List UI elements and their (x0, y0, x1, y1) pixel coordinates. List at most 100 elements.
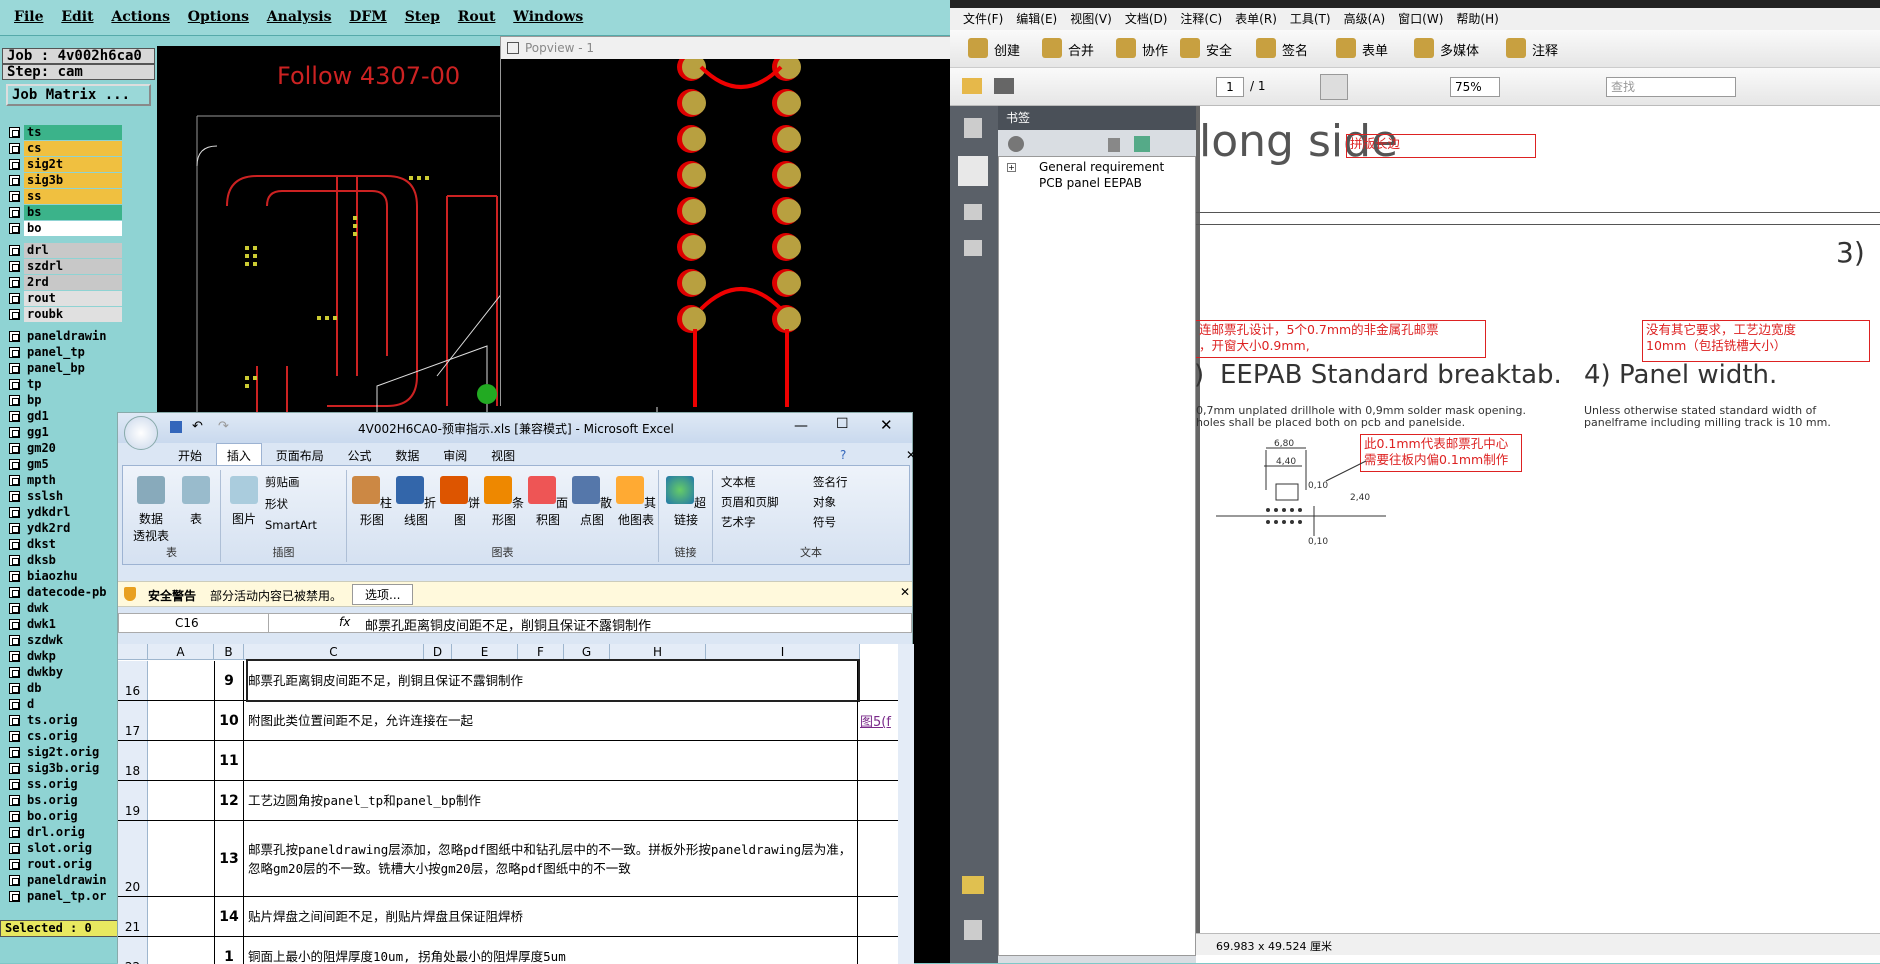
pdf-menu-item[interactable]: 工具(T) (1290, 12, 1331, 26)
column-header[interactable]: H (610, 644, 706, 660)
open-icon[interactable] (962, 78, 982, 94)
tab-home[interactable]: 开始 (168, 444, 212, 467)
item-text[interactable]: 附图此类位置间距不足，允许连接在一起 (248, 701, 858, 740)
item-number[interactable]: 14 (214, 897, 244, 936)
layer-checkbox[interactable] (9, 276, 20, 288)
row-header[interactable]: 20 (118, 821, 148, 896)
layer-row[interactable]: roubk (4, 306, 124, 322)
redo-icon[interactable]: ↷ (218, 419, 229, 434)
minimize-button[interactable]: — (794, 418, 808, 434)
layer-checkbox[interactable] (9, 714, 20, 726)
layer-row[interactable]: drl (4, 242, 124, 258)
tab-page-layout[interactable]: 页面布局 (266, 444, 334, 467)
figure-link[interactable]: 图5(f (860, 701, 891, 740)
tab-view[interactable]: 视图 (481, 444, 525, 467)
layer-checkbox[interactable] (9, 190, 20, 202)
layer-row[interactable]: dkst (4, 536, 124, 552)
layer-row[interactable]: datecode-pb (4, 584, 124, 600)
item-text[interactable]: 邮票孔距离铜皮间距不足，削铜且保证不露铜制作 (246, 659, 860, 702)
layer-checkbox[interactable] (9, 890, 20, 902)
formula-input[interactable]: 邮票孔距离铜皮间距不足，削铜且保证不露铜制作 (365, 615, 651, 634)
layer-checkbox[interactable] (9, 666, 20, 678)
table-row[interactable]: 18 11 (118, 741, 898, 781)
layer-row[interactable]: paneldrawin (4, 872, 124, 888)
row-header[interactable]: 21 (118, 897, 148, 936)
layer-checkbox[interactable] (9, 698, 20, 710)
menu-dfm[interactable]: DFM (349, 9, 387, 25)
layer-checkbox[interactable] (9, 634, 20, 646)
picture-button[interactable]: 图片 (227, 476, 261, 527)
excel-titlebar[interactable]: ↶ ↷ 4V002H6CA0-预审指示.xls [兼容模式] - Microso… (118, 413, 912, 450)
job-matrix-button[interactable]: Job Matrix ... (6, 84, 151, 106)
pdf-menu-item[interactable]: 文件(F) (963, 12, 1003, 26)
layer-checkbox[interactable] (9, 586, 20, 598)
layer-checkbox[interactable] (9, 206, 20, 218)
menu-options[interactable]: Options (188, 9, 249, 25)
layer-row[interactable]: drl.orig (4, 824, 124, 840)
column-header[interactable]: F (518, 644, 564, 660)
layer-row[interactable]: cs.orig (4, 728, 124, 744)
pdf-toolbar-button[interactable]: 协作 (1142, 40, 1168, 59)
layer-row[interactable]: rout (4, 290, 124, 306)
search-input[interactable]: 查找 (1606, 77, 1736, 97)
item-number[interactable]: 9 (214, 661, 244, 700)
layer-checkbox[interactable] (9, 260, 20, 272)
layer-checkbox[interactable] (9, 730, 20, 742)
layer-row[interactable]: gm20 (4, 440, 124, 456)
layer-row[interactable]: panel_bp (4, 360, 124, 376)
layer-row[interactable]: ydkdrl (4, 504, 124, 520)
layer-row[interactable]: dksb (4, 552, 124, 568)
row-header[interactable]: 18 (118, 741, 148, 780)
layer-checkbox[interactable] (9, 778, 20, 790)
pdf-menu-item[interactable]: 编辑(E) (1016, 12, 1057, 26)
chart-type-button[interactable]: 散点图 (571, 476, 613, 528)
wordart-button[interactable]: 艺术字 (721, 514, 756, 530)
pdf-toolbar-button[interactable]: 安全 (1206, 40, 1232, 59)
layer-checkbox[interactable] (9, 346, 20, 358)
column-header[interactable]: I (706, 644, 860, 660)
close-button[interactable]: ✕ (880, 416, 893, 434)
layer-checkbox[interactable] (9, 308, 20, 320)
layer-row[interactable]: szdrl (4, 258, 124, 274)
column-header[interactable]: B (214, 644, 244, 660)
layer-row[interactable]: gg1 (4, 424, 124, 440)
menu-analysis[interactable]: Analysis (267, 9, 332, 25)
layer-checkbox[interactable] (9, 490, 20, 502)
layer-checkbox[interactable] (9, 378, 20, 390)
layer-row[interactable]: bs (4, 204, 124, 220)
layer-row[interactable]: paneldrawin (4, 328, 124, 344)
chart-type-button[interactable]: 面积图 (527, 476, 569, 528)
layer-row[interactable]: dwkby (4, 664, 124, 680)
layer-row[interactable]: sslsh (4, 488, 124, 504)
row-header[interactable]: 22 (118, 937, 148, 964)
layer-checkbox[interactable] (9, 442, 20, 454)
layer-row[interactable]: bs.orig (4, 792, 124, 808)
item-text[interactable]: 铜面上最小的阻焊厚度10um, 拐角处最小的阻焊厚度5um (248, 937, 858, 964)
layer-checkbox[interactable] (9, 810, 20, 822)
warning-options-button[interactable]: 选项... (352, 584, 414, 605)
chart-type-button[interactable]: 饼图 (439, 476, 481, 528)
item-text[interactable]: 邮票孔按paneldrawing层添加，忽略pdf图纸中和钻孔层中的不一致。拼板… (248, 821, 858, 896)
layer-row[interactable]: gm5 (4, 456, 124, 472)
column-header[interactable]: G (564, 644, 610, 660)
pages-icon[interactable] (964, 118, 982, 138)
layer-row[interactable]: ts.orig (4, 712, 124, 728)
pdf-menu-item[interactable]: 视图(V) (1070, 12, 1112, 26)
table-row[interactable]: 16 9 邮票孔距离铜皮间距不足，削铜且保证不露铜制作 (118, 659, 898, 702)
ribbon-close-icon[interactable]: ✕ (896, 445, 926, 465)
name-box[interactable]: C16 (119, 614, 269, 632)
delete-bookmark-icon[interactable] (1108, 138, 1120, 152)
layer-row[interactable]: ss.orig (4, 776, 124, 792)
row-header[interactable]: 16 (118, 661, 148, 700)
table-row[interactable]: 20 13 邮票孔按paneldrawing层添加，忽略pdf图纸中和钻孔层中的不一… (118, 821, 898, 897)
menu-windows[interactable]: Windows (513, 9, 583, 25)
textbox-button[interactable]: 文本框 (721, 474, 756, 490)
page-number-input[interactable]: 1 (1216, 77, 1244, 97)
layer-row[interactable]: d (4, 696, 124, 712)
layer-row[interactable]: sig2t.orig (4, 744, 124, 760)
layer-checkbox[interactable] (9, 538, 20, 550)
layer-checkbox[interactable] (9, 794, 20, 806)
item-number[interactable]: 12 (214, 781, 244, 820)
layer-checkbox[interactable] (9, 506, 20, 518)
signatures-icon[interactable] (964, 240, 982, 256)
